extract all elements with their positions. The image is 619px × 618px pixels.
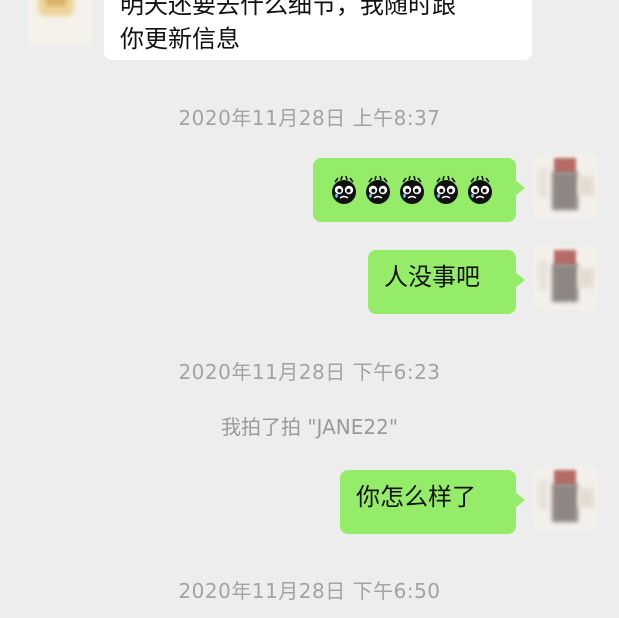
chat-window: 明天还要去什么细节，我随时跟 你更新信息 2020年11月28日 上午8:37 …: [0, 0, 619, 618]
my-avatar[interactable]: [534, 246, 598, 310]
avatar-mosaic: [552, 484, 578, 522]
incoming-message-bubble[interactable]: 明天还要去什么细节，我随时跟 你更新信息: [104, 0, 532, 60]
message-text: 人没事吧: [384, 263, 480, 291]
avatar-mosaic: [578, 488, 594, 508]
outgoing-message-bubble[interactable]: 人没事吧: [368, 250, 525, 314]
avatar-mosaic: [552, 264, 578, 302]
avatar-mosaic: [538, 168, 548, 198]
my-avatar[interactable]: [534, 466, 598, 530]
crying-face-emoji: [366, 175, 390, 204]
crying-face-emoji: [332, 175, 356, 204]
timestamp: 2020年11月28日 下午6:50: [178, 579, 441, 603]
message-text-line: 你更新信息: [120, 25, 240, 53]
emoji-row: [329, 168, 500, 212]
crying-face-emoji: [434, 175, 458, 204]
system-message: 我拍了拍 "JANE22": [220, 415, 399, 439]
my-avatar[interactable]: [534, 154, 598, 218]
contact-avatar[interactable]: [28, 0, 92, 46]
message-text: 你怎么样了: [356, 483, 476, 511]
outgoing-emoji-message-bubble[interactable]: [313, 158, 525, 222]
avatar-mosaic: [552, 172, 578, 210]
crying-face-emoji: [468, 175, 492, 204]
message-text-line: 明天还要去什么细节，我随时跟: [120, 0, 456, 19]
avatar-mosaic: [538, 260, 548, 290]
avatar-mosaic: [578, 268, 594, 288]
avatar-mosaic: [46, 0, 66, 6]
timestamp: 2020年11月28日 上午8:37: [178, 106, 441, 130]
crying-face-emoji: [400, 175, 424, 204]
avatar-mosaic: [538, 480, 548, 510]
outgoing-message-bubble[interactable]: 你怎么样了: [340, 470, 525, 534]
avatar-mosaic: [578, 176, 594, 196]
timestamp: 2020年11月28日 下午6:23: [178, 360, 441, 384]
